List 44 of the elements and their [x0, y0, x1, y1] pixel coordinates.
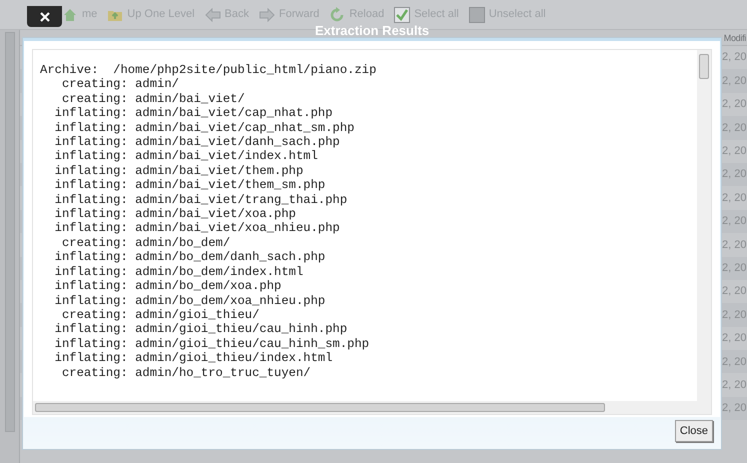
reload-icon [329, 6, 346, 22]
vertical-scrollbar[interactable] [697, 50, 711, 414]
right-arrow-icon [259, 8, 276, 22]
output-line: inflating: admin/bo_dem/danh_sach.php [54, 250, 326, 265]
scrollbar[interactable] [4, 32, 14, 432]
output-line: inflating: admin/bai_viet/cap_nhat_sm.php [54, 120, 356, 136]
output-line: inflating: admin/gioi_thieu/cau_hinh.php [54, 322, 348, 337]
table-cell-text: 2, 20 [722, 97, 747, 112]
output-line: inflating: admin/bai_viet/index.html [54, 149, 319, 164]
output-line: inflating: admin/bo_dem/xoa_nhieu.php [54, 294, 326, 308]
checkbox[interactable] [468, 6, 485, 22]
table-cell-text: 2, 20 [722, 378, 747, 393]
house-icon [62, 6, 78, 22]
table-cell-text: 2, 20 [722, 331, 747, 346]
output-line: inflating: admin/bai_viet/them_sm.php [54, 178, 326, 193]
output-line: creating: admin/bai_viet/ [60, 92, 246, 106]
output-line: creating: admin/ [60, 77, 180, 92]
dialog-title: Extraction Results [315, 24, 430, 37]
column-header[interactable]: Modifi [724, 30, 747, 45]
output-line: creating: admin/ho_tro_truc_tuyen/ [60, 366, 312, 380]
output-line: inflating: admin/bai_viet/xoa.php [54, 207, 297, 222]
output-line: inflating: admin/bo_dem/index.html [54, 264, 304, 280]
output-line: inflating: admin/bai_viet/cap_nhat.php [54, 106, 334, 121]
table-cell-text: 2, 20 [722, 284, 747, 300]
output-line: inflating: admin/gioi_thieu/index.html [54, 351, 334, 366]
output-line: inflating: admin/bai_viet/them.php [54, 164, 304, 178]
checkbox[interactable] [394, 6, 410, 22]
output-line: inflating: admin/bai_viet/trang_thai.php [54, 192, 348, 208]
close-button[interactable]: Close [674, 420, 713, 442]
table-cell-text: 2, 20 [722, 50, 747, 66]
output-line: inflating: admin/bai_viet/xoa_nhieu.php [54, 221, 341, 236]
table-cell-text: 2, 20 [722, 144, 747, 159]
close-button[interactable] [27, 6, 62, 27]
output-line: inflating: admin/bai_viet/danh_sach.php [54, 135, 341, 150]
table-cell-text: 2, 20 [722, 190, 747, 206]
output-line: creating: admin/bo_dem/ [60, 236, 232, 250]
output-line: inflating: admin/bo_dem/xoa.php [54, 279, 282, 294]
table-cell-text: 2, 20 [722, 238, 747, 253]
output-line: Archive: /home/php2site/public_html/piano.zip [40, 63, 378, 78]
horizontal-scrollbar[interactable] [33, 401, 697, 414]
output-line: creating: admin/gioi_thieu/ [60, 308, 260, 322]
output-line: inflating: admin/gioi_thieu/cau_hinh_sm.php [54, 336, 370, 352]
left-arrow-icon [204, 8, 221, 22]
close-icon [40, 12, 50, 22]
